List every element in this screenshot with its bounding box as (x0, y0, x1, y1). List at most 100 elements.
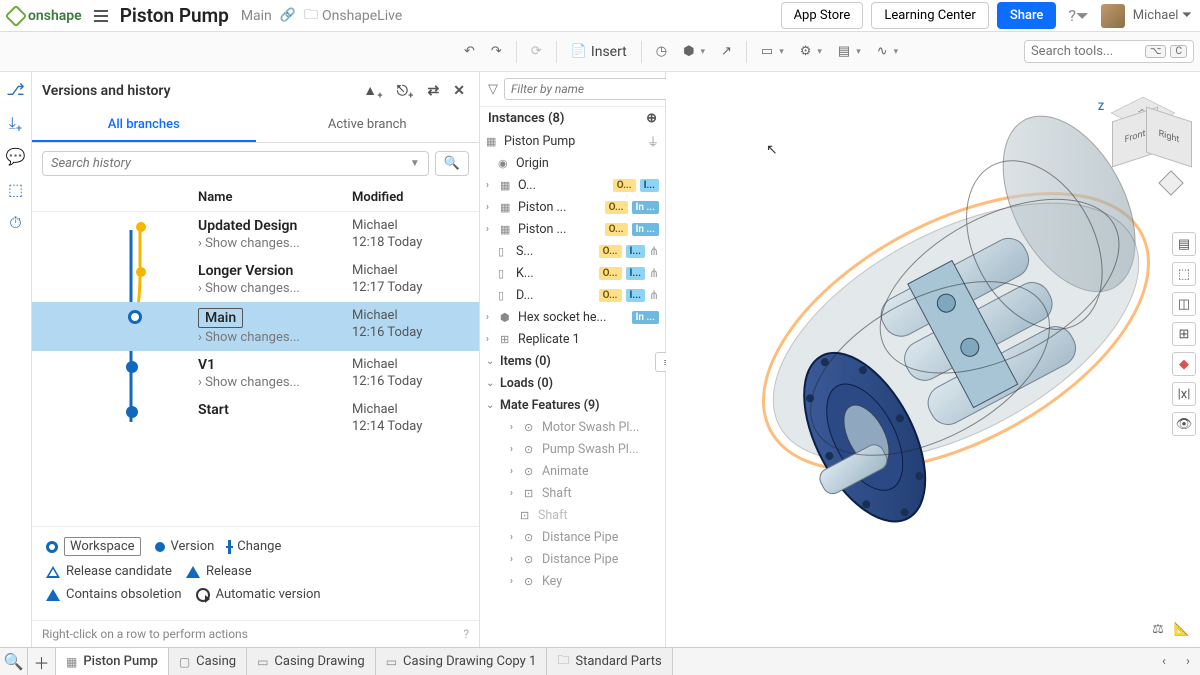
insert-button[interactable]: 📄 Insert (565, 40, 633, 64)
tree-origin[interactable]: ◉ Origin (480, 152, 665, 174)
version-row[interactable]: Updated Design Show changes... Michael 1… (32, 212, 479, 257)
help-icon[interactable]: ? (463, 627, 469, 641)
rail-add-icon[interactable]: ⤓₊ (9, 113, 23, 133)
show-changes-link[interactable]: Show changes... (198, 330, 352, 345)
tab-active-branch[interactable]: Active branch (256, 109, 480, 142)
tree-item[interactable]: ▯S...O...I...⋔ (480, 240, 665, 262)
tab-standard-parts[interactable]: 🗀Standard Parts (547, 648, 672, 675)
filter-input[interactable] (504, 78, 674, 100)
sheet-tool[interactable]: ▤▾ (832, 40, 867, 63)
tree-item[interactable]: ▯D...O...I...⋔ (480, 284, 665, 306)
tab-casing-drawing[interactable]: ▭Casing Drawing (247, 648, 376, 675)
version-row[interactable]: V1 Show changes... Michael 12:16 Today (32, 351, 479, 396)
link-icon[interactable]: 🔗 (280, 8, 296, 23)
tree-root[interactable]: ▦ Piston Pump ⏚ (480, 130, 665, 152)
3d-viewport[interactable]: ↖ (666, 72, 1200, 647)
create-version-icon[interactable]: ▲₊ (359, 80, 387, 101)
assembly-tab-icon: ▦ (66, 655, 77, 669)
filter-icon[interactable]: ▽ (488, 82, 498, 97)
search-tools[interactable]: ⌥ C (1024, 40, 1194, 63)
breadcrumb[interactable]: 🗀 OnshapeLive (304, 4, 402, 28)
app-store-button[interactable]: App Store (781, 2, 864, 29)
document-branch[interactable]: Main (241, 8, 272, 24)
curve-tool[interactable]: ∿▾ (871, 40, 904, 63)
show-changes-link[interactable]: Show changes... (198, 236, 352, 251)
undo-button[interactable]: ↶ (458, 40, 481, 63)
mate-item[interactable]: ›⊙Distance Pipe (480, 526, 665, 548)
move-tool[interactable]: ↗ (715, 40, 738, 63)
history-search-input[interactable] (51, 156, 410, 171)
rail-eye-icon[interactable]: 👁 (1172, 412, 1196, 436)
history-search-button[interactable]: 🔍 (435, 151, 469, 176)
rail-stopwatch-icon[interactable]: ⏱ (9, 213, 21, 233)
share-button[interactable]: Share (997, 2, 1057, 29)
close-panel-icon[interactable]: ✕ (449, 81, 469, 101)
tabs-next[interactable]: › (1176, 648, 1200, 675)
tree-item[interactable]: ›▦Piston ...O...In ... (480, 218, 665, 240)
versions-rows: Updated Design Show changes... Michael 1… (32, 212, 479, 526)
rail-measure-icon[interactable]: |x| (1172, 382, 1196, 406)
instances-section[interactable]: Instances (8) ⊕ (480, 107, 665, 130)
view-cube[interactable]: Z X Top Front Right (1102, 84, 1182, 164)
document-title[interactable]: Piston Pump (120, 4, 229, 27)
rail-chat-icon[interactable]: 💬 (6, 147, 26, 166)
clock-tool[interactable]: ◷ (650, 40, 673, 63)
show-changes-link[interactable]: Show changes... (198, 375, 352, 390)
refresh-button[interactable]: ⟳ (525, 40, 548, 63)
help-icon[interactable]: ?⏷ (1064, 2, 1092, 30)
version-row[interactable]: Start Michael 12:14 Today (32, 396, 479, 440)
avatar[interactable] (1101, 4, 1125, 28)
rail-cube-icon[interactable]: ⬚ (1172, 262, 1196, 286)
tree-item[interactable]: ›▦O...O...I... (480, 174, 665, 196)
version-row-selected[interactable]: Main Show changes... Michael 12:16 Today (32, 302, 479, 351)
cylinder-tool[interactable]: ⬢▾ (677, 40, 711, 63)
tab-casing[interactable]: ▢Casing (169, 648, 247, 675)
user-menu[interactable]: Michael ⏷ (1133, 8, 1192, 23)
mate-item[interactable]: ›⊙Distance Pipe (480, 548, 665, 570)
mate-item[interactable]: ⊡Shaft (480, 504, 665, 526)
measure-tool-icon[interactable]: 📐 (1174, 622, 1190, 637)
select-tool[interactable]: ▭▾ (755, 40, 790, 63)
tab-casing-drawing-copy[interactable]: ▭Casing Drawing Copy 1 (376, 648, 548, 675)
gear-tool[interactable]: ⚙▾ (794, 40, 828, 63)
tree-item[interactable]: ›▦Piston ...O...In ... (480, 196, 665, 218)
redo-button[interactable]: ↷ (485, 40, 508, 63)
version-row[interactable]: Longer Version Show changes... Michael 1… (32, 257, 479, 302)
show-changes-link[interactable]: Show changes... (198, 281, 352, 296)
mate-item[interactable]: ›⊙Motor Swash Pl... (480, 416, 665, 438)
tab-piston-pump[interactable]: ▦Piston Pump (56, 648, 169, 675)
logo[interactable]: onshape (8, 8, 82, 24)
hamburger-menu[interactable] (90, 6, 112, 26)
branch-node-icon (136, 222, 146, 232)
rail-section-icon[interactable]: ◫ (1172, 292, 1196, 316)
mate-item[interactable]: ›⊙Key (480, 570, 665, 592)
chevron-down-icon[interactable]: ▼ (410, 158, 420, 169)
tabs-prev[interactable]: ‹ (1152, 648, 1176, 675)
mates-section[interactable]: ⌄Mate Features (9) (480, 394, 665, 416)
items-section[interactable]: ⌄Items (0) (480, 350, 665, 372)
history-search[interactable]: ▼ (42, 151, 429, 176)
rail-color-icon[interactable]: ◆ (1172, 352, 1196, 376)
mate-item[interactable]: ›⊙Animate (480, 460, 665, 482)
rail-grid-icon[interactable]: ⊞ (1172, 322, 1196, 346)
tab-all-branches[interactable]: All branches (32, 109, 256, 142)
mass-props-icon[interactable]: ⚖ (1152, 622, 1164, 637)
versions-panel: Versions and history ▲₊ ⎋₊ ⇄ ✕ All branc… (32, 72, 480, 647)
rail-box-icon[interactable]: ⬚ (8, 180, 23, 199)
mate-item[interactable]: ›⊙Pump Swash Pl... (480, 438, 665, 460)
viewport-right-rail: ▤ ⬚ ◫ ⊞ ◆ |x| 👁 (1172, 232, 1196, 436)
tree-item[interactable]: ›⬢Hex socket he...In ... (480, 306, 665, 328)
add-tab-button[interactable]: ＋ (28, 648, 56, 675)
search-tools-input[interactable] (1031, 44, 1141, 59)
tree-item[interactable]: ▯K...O...I...⋔ (480, 262, 665, 284)
compare-icon[interactable]: ⇄ (424, 81, 444, 101)
mate-item[interactable]: ›⊡Shaft (480, 482, 665, 504)
add-instance-icon[interactable]: ⊕ (646, 111, 657, 126)
rail-tree-icon[interactable]: ⎇ (6, 80, 24, 99)
create-branch-icon[interactable]: ⎋₊ (393, 81, 418, 101)
tree-item[interactable]: ›⊞Replicate 1 (480, 328, 665, 350)
search-tabs-icon[interactable]: 🔍 (0, 648, 28, 675)
loads-section[interactable]: ⌄Loads (0) (480, 372, 665, 394)
rail-sheet-icon[interactable]: ▤ (1172, 232, 1196, 256)
learning-center-button[interactable]: Learning Center (871, 2, 989, 29)
